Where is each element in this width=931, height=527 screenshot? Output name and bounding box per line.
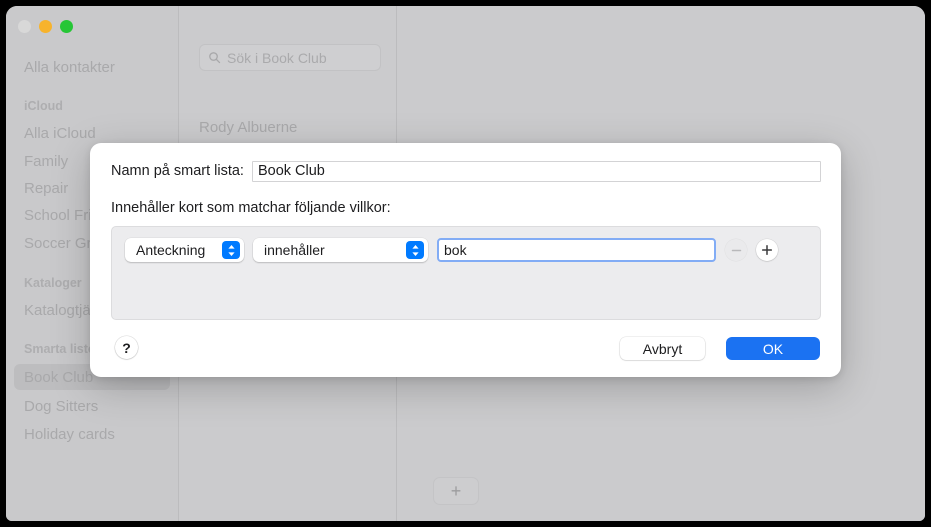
condition-value-input[interactable] (437, 238, 716, 262)
sidebar-section-header: iCloud (14, 96, 170, 116)
plus-icon (761, 244, 773, 256)
condition-row: Anteckning innehåller (125, 238, 778, 262)
minus-icon (731, 245, 742, 256)
zoom-window-button[interactable] (60, 20, 73, 33)
plus-icon: + (451, 482, 462, 500)
close-window-button[interactable] (18, 20, 31, 33)
window-traffic-lights (18, 20, 73, 33)
sidebar-item-label: Family (24, 153, 68, 170)
sidebar-item-label: Alla iCloud (24, 125, 96, 142)
smart-list-name-label: Namn på smart lista: (111, 163, 244, 179)
sidebar-item-label: Book Club (24, 369, 93, 386)
screenshot-root: Alla kontakter iCloud Alla iCloud Family Re… (0, 0, 931, 527)
contact-name: Rody Albuerne (199, 119, 297, 136)
sidebar-section-label: iCloud (24, 99, 63, 113)
help-button-label: ? (122, 340, 131, 356)
sidebar-item-label: Holiday cards (24, 426, 115, 443)
cancel-button-label: Avbryt (643, 341, 682, 357)
search-field[interactable]: Sök i Book Club (199, 44, 381, 71)
condition-attribute-dropdown[interactable]: Anteckning (125, 238, 244, 262)
smart-list-name-input[interactable] (252, 161, 821, 182)
chevron-up-down-icon (222, 241, 240, 259)
sidebar-item-label: Repair (24, 180, 68, 197)
ok-button[interactable]: OK (726, 337, 820, 360)
condition-rules-box: Anteckning innehåller (111, 226, 821, 320)
chevron-up-down-icon (406, 241, 424, 259)
ok-button-label: OK (763, 341, 783, 357)
sidebar-section-label: Smarta listor (24, 342, 100, 356)
help-button[interactable]: ? (115, 336, 138, 359)
smart-list-name-row: Namn på smart lista: (111, 160, 821, 182)
condition-description-label: Innehåller kort som matchar följande vil… (111, 200, 391, 216)
minimize-window-button[interactable] (39, 20, 52, 33)
sidebar-item-label: Alla kontakter (24, 59, 115, 76)
add-condition-button[interactable] (756, 239, 778, 261)
sidebar-item-all-contacts[interactable]: Alla kontakter (14, 54, 170, 80)
search-input-placeholder: Sök i Book Club (227, 50, 327, 66)
condition-attribute-label: Anteckning (136, 242, 205, 258)
sidebar-item-label: Dog Sitters (24, 398, 98, 415)
sidebar-item-dog-sitters[interactable]: Dog Sitters (14, 393, 170, 419)
remove-condition-button[interactable] (725, 239, 747, 261)
sidebar-item-holiday-cards[interactable]: Holiday cards (14, 421, 170, 447)
condition-operator-label: innehåller (264, 242, 325, 258)
smart-list-dialog: Namn på smart lista: Innehåller kort som… (90, 143, 841, 377)
sidebar-section-label: Kataloger (24, 276, 82, 290)
add-contact-button[interactable]: + (433, 477, 479, 505)
cancel-button[interactable]: Avbryt (620, 337, 705, 360)
condition-operator-dropdown[interactable]: innehåller (253, 238, 428, 262)
list-item[interactable]: Rody Albuerne (199, 116, 381, 138)
search-icon (208, 51, 221, 64)
